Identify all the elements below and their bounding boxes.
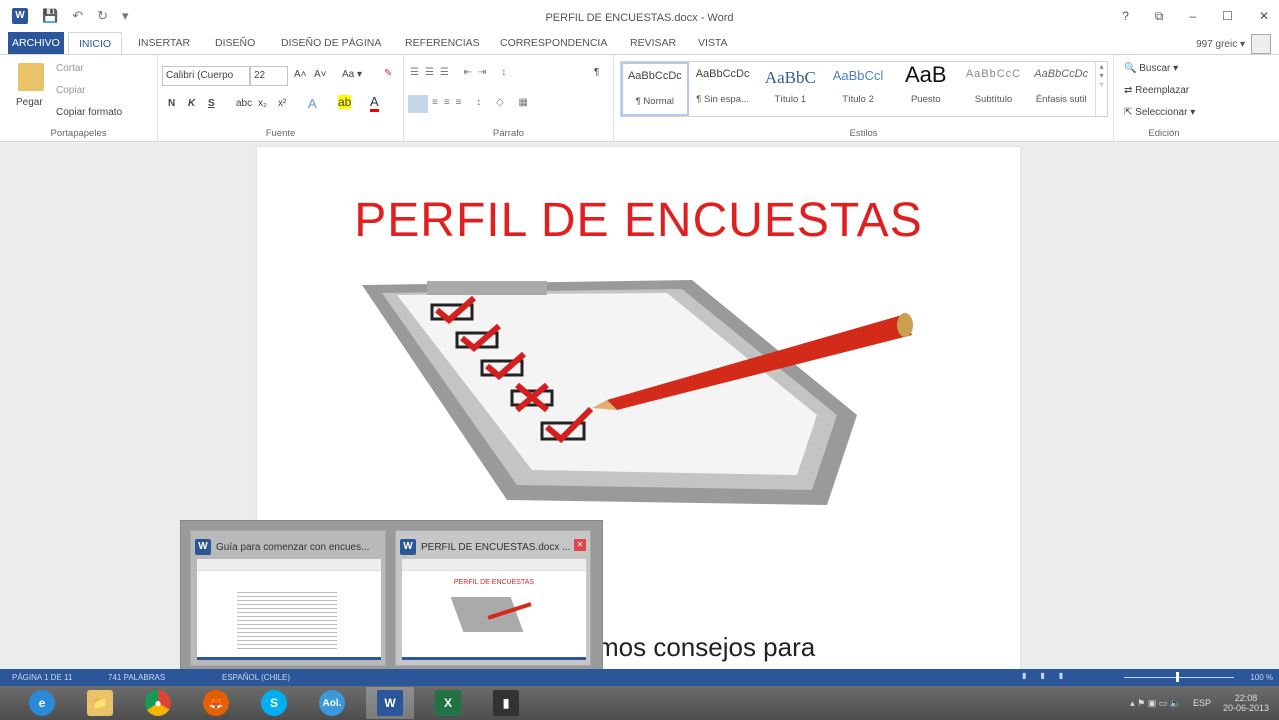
paste-icon	[18, 63, 44, 91]
editing-group: 🔍 Buscar ▾ ⇄ Reemplazar ⇱ Seleccionar ▾ …	[1114, 55, 1214, 142]
paragraph-group: ☰☰☰ ⇤⇥ ↕ ¶ ≡≡≡ ↕ ◇ ▦ Párrafo	[404, 55, 614, 142]
title-bar: W 💾 ↶ ↻ ▾ PERFIL DE ENCUESTAS.docx - Wor…	[0, 0, 1279, 32]
style-heading2[interactable]: AaBbCcl Título 2	[824, 62, 892, 116]
user-name[interactable]: 997 greic ▾	[1196, 39, 1245, 50]
word-taskbar-icon[interactable]: W	[366, 687, 414, 719]
style-subtle-emphasis[interactable]: AaBbCcDc Énfasis sutil	[1027, 62, 1095, 116]
underline-button[interactable]: S	[208, 98, 215, 109]
font-name-combo[interactable]: Calibri (Cuerpo	[162, 66, 250, 86]
tab-archivo[interactable]: ARCHIVO	[8, 32, 64, 54]
taskbar-thumbnail-preview: W Guía para comenzar con encues... W PERFI…	[180, 520, 603, 672]
tab-vista[interactable]: VISTA	[698, 37, 728, 49]
thumbnail-guia[interactable]: W Guía para comenzar con encues...	[190, 530, 386, 666]
ribbon-tabs: ARCHIVO INICIO INSERTAR DISEÑO DISEÑO DE…	[0, 32, 1279, 55]
styles-gallery: AaBbCcDc ¶ Normal AaBbCcDc ¶ Sin espa... A…	[620, 61, 1108, 117]
zoom-slider[interactable]	[1124, 677, 1234, 678]
excel-icon[interactable]: X	[424, 687, 472, 719]
select-button[interactable]: ⇱ Seleccionar ▾	[1124, 107, 1195, 118]
copy-button[interactable]: Copiar	[56, 85, 85, 96]
chrome-icon[interactable]: ●	[134, 687, 182, 719]
font-group: Calibri (Cuerpo 22 A˄ A˅ Aa ▾ ✎ N K S ab…	[158, 55, 404, 142]
replace-button[interactable]: ⇄ Reemplazar	[1124, 85, 1189, 96]
tab-diseno-pagina[interactable]: DISEÑO DE PÁGINA	[281, 37, 381, 49]
tab-insertar[interactable]: INSERTAR	[138, 37, 190, 49]
group-label: Estilos	[849, 128, 878, 139]
find-button[interactable]: 🔍 Buscar ▾	[1124, 63, 1178, 74]
grow-font-button[interactable]: A˄	[294, 69, 307, 80]
maximize-button[interactable]: ☐	[1222, 9, 1233, 24]
tab-referencias[interactable]: REFERENCIAS	[405, 37, 480, 49]
skype-icon[interactable]: S	[250, 687, 298, 719]
group-label: Edición	[1148, 128, 1180, 139]
zoom-slider-thumb[interactable]	[1176, 672, 1179, 682]
explorer-icon[interactable]: 📁	[76, 687, 124, 719]
clipboard-group: Pegar Cortar Copiar Copiar formato Porta…	[0, 55, 158, 142]
highlight-icon[interactable]: ab	[338, 95, 352, 109]
style-heading1[interactable]: AaBbC Título 1	[756, 62, 824, 116]
subscript-button[interactable]: x₂	[258, 98, 267, 109]
paste-button[interactable]: Pegar	[16, 97, 43, 108]
text-effects-icon[interactable]: A	[308, 96, 317, 111]
shrink-font-button[interactable]: A˅	[314, 69, 327, 80]
italic-button[interactable]: K	[188, 98, 195, 109]
style-no-spacing[interactable]: AaBbCcDc ¶ Sin espa...	[689, 62, 757, 116]
tab-diseno[interactable]: DISEÑO	[215, 37, 255, 49]
strikethrough-button[interactable]: abc	[236, 98, 252, 109]
thumbnail-preview: PERFIL DE ENCUESTAS	[402, 559, 586, 660]
change-case-button[interactable]: Aa ▾	[342, 69, 362, 80]
thumbnail-perfil[interactable]: W PERFIL DE ENCUESTAS.docx ... ✕ PERFIL D…	[395, 530, 591, 666]
tab-inicio[interactable]: INICIO	[68, 32, 123, 55]
minimize-button[interactable]: –	[1189, 9, 1196, 24]
style-subtitle[interactable]: AaBbCcC Subtítulo	[960, 62, 1028, 116]
tray-icons[interactable]: ▴ ⚑ ▣ ▭ 🔈	[1130, 698, 1181, 709]
bold-button[interactable]: N	[168, 98, 175, 109]
word-count[interactable]: 741 PALABRAS	[108, 673, 165, 682]
ie-icon[interactable]: e	[18, 687, 66, 719]
clock[interactable]: 22:08 20-06-2013	[1223, 693, 1269, 713]
align-left-button[interactable]	[408, 95, 428, 113]
app-icon[interactable]: ▮	[482, 687, 530, 719]
window-title: PERFIL DE ENCUESTAS.docx - Word	[545, 12, 734, 24]
group-label: Portapapeles	[50, 128, 107, 139]
system-tray: ▴ ⚑ ▣ ▭ 🔈 ESP 22:08 20-06-2013	[1130, 686, 1269, 720]
page-count[interactable]: PÁGINA 1 DE 11	[12, 673, 72, 682]
view-buttons[interactable]: ▮▮▮	[1022, 671, 1077, 680]
show-marks-button[interactable]: ¶	[594, 67, 599, 78]
firefox-icon[interactable]: 🦊	[192, 687, 240, 719]
style-title[interactable]: AaB Puesto	[892, 62, 960, 116]
style-normal[interactable]: AaBbCcDc ¶ Normal	[621, 62, 689, 116]
align-buttons-icon[interactable]: ≡≡≡ ↕ ◇ ▦	[432, 97, 534, 108]
ribbon-display-button[interactable]: ⧉	[1155, 9, 1164, 24]
word-icon: W	[400, 539, 416, 555]
close-thumbnail-button[interactable]: ✕	[574, 539, 586, 551]
aol-icon[interactable]: Aol.	[308, 687, 356, 719]
styles-group: AaBbCcDc ¶ Normal AaBbCcDc ¶ Sin espa... A…	[614, 55, 1114, 142]
superscript-button[interactable]: x²	[278, 98, 286, 109]
thumbnail-preview	[197, 559, 381, 660]
zoom-level[interactable]: 100 %	[1250, 673, 1273, 682]
group-label: Fuente	[265, 128, 296, 139]
input-language[interactable]: ESP	[1193, 698, 1211, 708]
clear-format-icon[interactable]: ✎	[384, 68, 392, 79]
format-painter-button[interactable]: Copiar formato	[56, 107, 122, 118]
tab-revisar[interactable]: REVISAR	[630, 37, 676, 49]
cut-button[interactable]: Cortar	[56, 63, 84, 74]
list-buttons-icon[interactable]: ☰☰☰ ⇤⇥ ↕	[410, 67, 512, 78]
ribbon: Pegar Cortar Copiar Copiar formato Porta…	[0, 54, 1279, 142]
font-color-icon[interactable]: A	[370, 94, 379, 112]
document-title: PERFIL DE ENCUESTAS	[354, 194, 923, 247]
word-icon: W	[195, 539, 211, 555]
help-button[interactable]: ?	[1122, 9, 1129, 24]
language[interactable]: ESPAÑOL (CHILE)	[222, 673, 290, 682]
close-button[interactable]: ✕	[1259, 9, 1269, 24]
status-bar: PÁGINA 1 DE 11 741 PALABRAS ESPAÑOL (CHI…	[0, 669, 1279, 686]
avatar[interactable]	[1251, 34, 1271, 54]
gallery-scroll[interactable]: ▴ ▾ ▿	[1095, 62, 1107, 116]
document-body-text: mos consejos para	[597, 632, 816, 662]
group-label: Párrafo	[492, 128, 525, 139]
windows-taskbar: e 📁 ● 🦊 S Aol. W X ▮ ▴ ⚑ ▣ ▭ 🔈 ESP 22:08…	[0, 686, 1279, 720]
font-size-combo[interactable]: 22	[250, 66, 288, 86]
tab-correspondencia[interactable]: CORRESPONDENCIA	[500, 37, 607, 49]
survey-clipboard-image	[362, 280, 913, 505]
